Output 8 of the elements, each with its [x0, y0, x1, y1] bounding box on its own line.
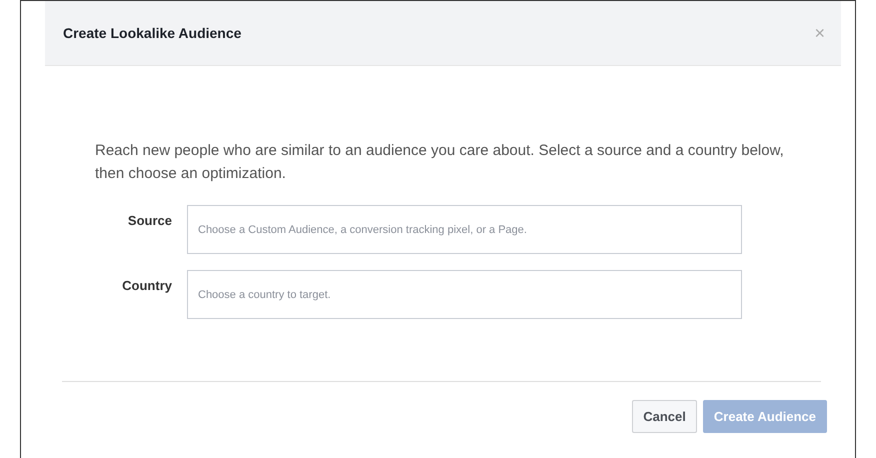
dialog-title: Create Lookalike Audience [63, 25, 242, 41]
field-label: Country [121, 277, 172, 293]
field-label: Source [126, 212, 172, 228]
cancel-button[interactable]: Cancel [632, 400, 697, 433]
intro-text: Reach new people who are similar to an audience you care about. Select a source and a country below, then choose an optimization. [95, 141, 785, 184]
input-field[interactable]: Choose a country to target. [187, 270, 742, 319]
input-field[interactable]: Choose a Custom Audience, a conversion tracking pixel, or a Page. [187, 205, 742, 254]
close-button[interactable]: × [814, 22, 825, 44]
